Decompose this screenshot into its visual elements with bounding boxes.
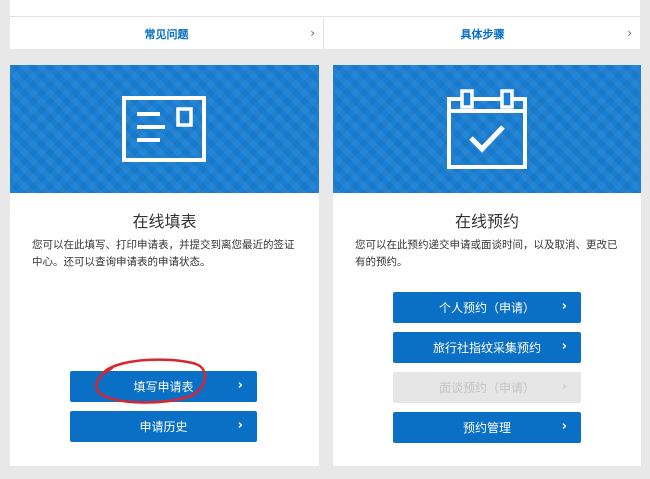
chevron-right-icon: › xyxy=(561,339,567,354)
online-form-banner xyxy=(10,65,319,193)
top-links-upper-area xyxy=(10,0,640,17)
appointment-management-button[interactable]: 预约管理 › xyxy=(393,412,581,443)
steps-link-label: 具体步骤 xyxy=(460,27,505,41)
personal-appointment-button[interactable]: 个人预约（申请） › xyxy=(393,292,581,323)
online-form-title: 在线填表 xyxy=(132,212,197,231)
chevron-right-icon: › xyxy=(561,419,567,434)
chevron-right-icon: › xyxy=(561,379,567,394)
online-appointment-banner xyxy=(333,65,641,193)
chevron-right-icon: › xyxy=(237,378,243,393)
appointment-management-button-label: 预约管理 xyxy=(462,421,511,435)
faq-link[interactable]: 常见问题 › xyxy=(10,18,324,49)
chevron-right-icon: › xyxy=(561,299,567,314)
online-appointment-card: 在线预约 您可以在此预约递交申请或面谈时间，以及取消、更改已有的预约。 个人预约… xyxy=(333,65,641,466)
online-appointment-description: 您可以在此预约递交申请或面谈时间，以及取消、更改已有的预约。 xyxy=(355,239,618,268)
interview-appointment-button: 面谈预约（申请） › xyxy=(393,372,581,403)
interview-appointment-button-label: 面谈预约（申请） xyxy=(438,381,535,395)
travel-agency-fingerprint-button-label: 旅行社指纹采集预约 xyxy=(432,341,541,355)
online-appointment-title: 在线预约 xyxy=(454,212,519,231)
steps-link[interactable]: 具体步骤 › xyxy=(325,18,640,49)
online-form-description: 您可以在此填写、打印申请表，并提交到离您最近的签证中心。还可以查询申请表的申请状… xyxy=(32,239,295,268)
online-form-card: 在线填表 您可以在此填写、打印申请表，并提交到离您最近的签证中心。还可以查询申请… xyxy=(10,65,319,466)
top-links-bar: 常见问题 › 具体步骤 › xyxy=(10,0,640,49)
personal-appointment-button-label: 个人预约（申请） xyxy=(438,301,535,315)
chevron-right-icon: › xyxy=(627,26,632,40)
chevron-right-icon: › xyxy=(237,418,243,433)
application-form-icon xyxy=(122,96,206,162)
application-history-button-label: 申请历史 xyxy=(139,420,188,434)
fill-application-button-label: 填写申请表 xyxy=(133,380,194,394)
fill-application-button[interactable]: 填写申请表 › xyxy=(70,371,257,402)
travel-agency-fingerprint-button[interactable]: 旅行社指纹采集预约 › xyxy=(393,332,581,363)
chevron-right-icon: › xyxy=(310,26,315,40)
calendar-check-icon xyxy=(447,89,527,169)
application-history-button[interactable]: 申请历史 › xyxy=(70,411,257,442)
faq-link-label: 常见问题 xyxy=(144,27,189,41)
